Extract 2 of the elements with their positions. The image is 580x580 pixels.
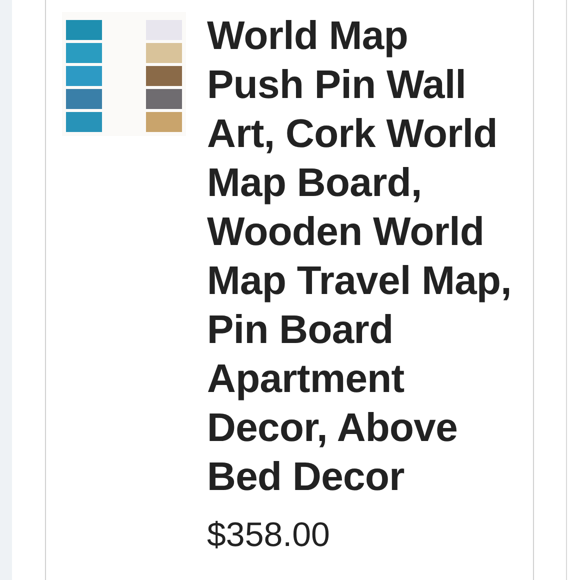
product-title: World Map Push Pin Wall Art, Cork World Map Board, Wooden World Map Travel Map, Pin Board Apartment Decor, Above Bed Decor — [207, 13, 512, 501]
product-price: $358.00 — [207, 516, 331, 555]
